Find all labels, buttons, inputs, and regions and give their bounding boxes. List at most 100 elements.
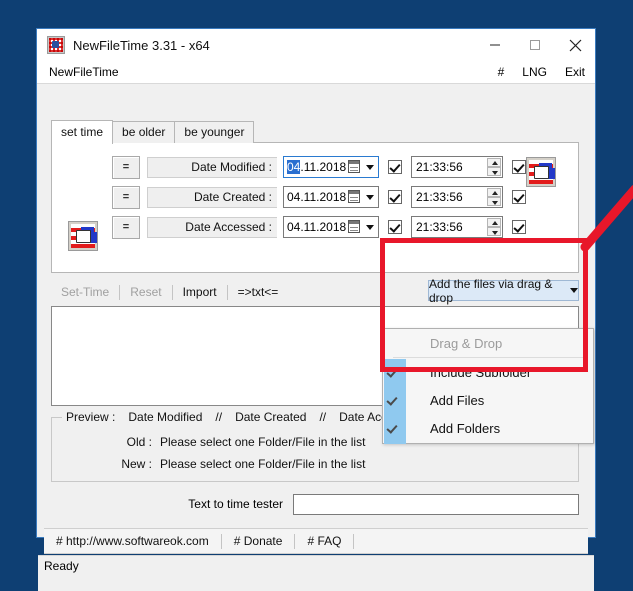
date-accessed-checkbox[interactable] bbox=[388, 220, 402, 234]
status-bar: Ready bbox=[38, 555, 594, 591]
link-website[interactable]: # http://www.softwareok.com bbox=[44, 534, 221, 548]
menu-item-newfiletime[interactable]: NewFileTime bbox=[49, 65, 119, 79]
calendar-icon[interactable] bbox=[348, 190, 360, 203]
date-created-label: Date Created : bbox=[147, 186, 277, 208]
time-modified-value: 21:33:56 bbox=[416, 160, 463, 174]
menu-item-include-subfolder[interactable]: Include Subfolder bbox=[383, 358, 593, 386]
date-row-modified: = Date Modified : 04.11.2018 21:33:56 bbox=[52, 153, 578, 181]
time-created-value: 21:33:56 bbox=[416, 190, 463, 204]
calendar-icon[interactable] bbox=[348, 160, 360, 173]
tab-panel-set-time: = Date Modified : 04.11.2018 21:33:56 = … bbox=[51, 142, 579, 273]
preview-new-row: New : Please select one Folder/File in t… bbox=[52, 454, 578, 474]
import-button[interactable]: Import bbox=[173, 285, 227, 299]
equals-button-modified[interactable]: = bbox=[112, 155, 140, 179]
preview-title-sep1: // bbox=[215, 410, 223, 424]
preview-new-value: Please select one Folder/File in the lis… bbox=[160, 457, 366, 471]
date-accessed-value: 04.11.2018 bbox=[287, 220, 347, 234]
preview-title-col1: Date Modified bbox=[128, 410, 203, 424]
equals-button-created[interactable]: = bbox=[112, 185, 140, 209]
tab-be-younger[interactable]: be younger bbox=[174, 121, 255, 143]
menu-bar: NewFileTime # LNG Exit bbox=[37, 61, 595, 83]
date-modified-value: 04.11.2018 bbox=[284, 160, 346, 174]
menu-item-exit[interactable]: Exit bbox=[563, 65, 587, 79]
date-modified-selected-segment: 04 bbox=[287, 160, 301, 174]
time-modified-input[interactable]: 21:33:56 bbox=[411, 156, 503, 178]
menu-item-add-files[interactable]: Add Files bbox=[383, 386, 593, 414]
preview-old-label: Old : bbox=[126, 435, 152, 449]
export-txt-button[interactable]: =>txt<= bbox=[228, 285, 289, 299]
time-accessed-value: 21:33:56 bbox=[416, 220, 463, 234]
tab-be-older[interactable]: be older bbox=[112, 121, 176, 143]
reset-button[interactable]: Reset bbox=[120, 285, 171, 299]
menu-item-lng[interactable]: LNG bbox=[520, 65, 549, 79]
chevron-down-icon bbox=[570, 288, 578, 293]
check-icon bbox=[388, 367, 400, 376]
drag-drop-dropdown-menu: Drag & Drop Include Subfolder Add Files … bbox=[382, 328, 594, 444]
client-area: set time be older be younger = Date Modi… bbox=[37, 83, 595, 591]
spinner-down-icon[interactable] bbox=[487, 197, 501, 206]
tab-set-time[interactable]: set time bbox=[51, 120, 114, 144]
preview-new-label: New : bbox=[121, 457, 152, 471]
chevron-down-icon[interactable] bbox=[366, 165, 374, 170]
check-icon bbox=[388, 423, 400, 432]
date-accessed-input[interactable]: 04.11.2018 bbox=[283, 216, 379, 238]
spinner-up-icon[interactable] bbox=[487, 188, 501, 197]
time-modified-spinner[interactable] bbox=[487, 158, 501, 176]
text-to-time-tester-row: Text to time tester bbox=[51, 492, 579, 516]
date-accessed-label: Date Accessed : bbox=[147, 216, 277, 238]
calendar-icon[interactable] bbox=[348, 220, 360, 233]
set-time-button[interactable]: Set-Time bbox=[51, 285, 119, 299]
menu-item-label: Include Subfolder bbox=[430, 364, 532, 380]
link-divider bbox=[353, 533, 355, 549]
spinner-down-icon[interactable] bbox=[487, 227, 501, 236]
window-controls bbox=[475, 29, 595, 61]
equals-button-accessed[interactable]: = bbox=[112, 215, 140, 239]
text-to-time-tester-label: Text to time tester bbox=[188, 497, 283, 511]
link-donate[interactable]: # Donate bbox=[222, 534, 295, 548]
date-modified-checkbox[interactable] bbox=[388, 160, 402, 174]
tab-strip: set time be older be younger bbox=[51, 120, 255, 144]
preview-old-value: Please select one Folder/File in the lis… bbox=[160, 435, 366, 449]
link-faq[interactable]: # FAQ bbox=[295, 534, 353, 548]
chevron-down-icon[interactable] bbox=[366, 195, 374, 200]
application-window: NewFileTime 3.31 - x64 NewFileTime # LNG… bbox=[36, 28, 596, 591]
app-checkerboard-icon bbox=[47, 36, 65, 54]
spinner-up-icon[interactable] bbox=[487, 158, 501, 167]
time-accessed-checkbox[interactable] bbox=[512, 220, 526, 234]
date-row-accessed: = Date Accessed : 04.11.2018 21:33:56 bbox=[52, 213, 578, 241]
spinner-up-icon[interactable] bbox=[487, 218, 501, 227]
check-icon bbox=[388, 395, 400, 404]
date-created-value: 04.11.2018 bbox=[287, 190, 347, 204]
menu-item-add-folders[interactable]: Add Folders bbox=[383, 414, 593, 442]
date-modified-label: Date Modified : bbox=[147, 156, 277, 178]
window-title: NewFileTime 3.31 - x64 bbox=[73, 37, 210, 53]
time-created-checkbox[interactable] bbox=[512, 190, 526, 204]
action-toolbar: Set-Time Reset Import =>txt<= Add the fi… bbox=[51, 277, 579, 305]
date-modified-input[interactable]: 04.11.2018 bbox=[283, 156, 379, 178]
time-modified-checkbox[interactable] bbox=[512, 160, 526, 174]
date-row-created: = Date Created : 04.11.2018 21:33:56 bbox=[52, 183, 578, 211]
date-created-checkbox[interactable] bbox=[388, 190, 402, 204]
menu-item-hash[interactable]: # bbox=[496, 65, 507, 79]
close-icon[interactable] bbox=[555, 29, 595, 61]
maximize-icon[interactable] bbox=[515, 29, 555, 61]
title-bar: NewFileTime 3.31 - x64 bbox=[37, 29, 595, 61]
menu-item-label: Add Folders bbox=[430, 420, 501, 436]
text-to-time-tester-input[interactable] bbox=[293, 493, 579, 515]
time-accessed-spinner[interactable] bbox=[487, 218, 501, 236]
date-rows: = Date Modified : 04.11.2018 21:33:56 = … bbox=[52, 153, 578, 243]
spinner-down-icon[interactable] bbox=[487, 167, 501, 176]
chevron-down-icon[interactable] bbox=[366, 225, 374, 230]
time-accessed-input[interactable]: 21:33:56 bbox=[411, 216, 503, 238]
dropdown-header: Drag & Drop bbox=[430, 335, 503, 351]
time-created-spinner[interactable] bbox=[487, 188, 501, 206]
preview-title-sep2: // bbox=[319, 410, 327, 424]
time-created-input[interactable]: 21:33:56 bbox=[411, 186, 503, 208]
add-files-dropdown-button[interactable]: Add the files via drag & drop bbox=[428, 277, 579, 305]
preview-group-title: Preview : Date Modified//Date Created//Da… bbox=[62, 410, 424, 424]
status-text: Ready bbox=[44, 559, 79, 573]
preview-title-prefix: Preview : bbox=[66, 410, 116, 424]
add-files-dropdown-label: Add the files via drag & drop bbox=[429, 276, 553, 305]
minimize-icon[interactable] bbox=[475, 29, 515, 61]
date-created-input[interactable]: 04.11.2018 bbox=[283, 186, 379, 208]
